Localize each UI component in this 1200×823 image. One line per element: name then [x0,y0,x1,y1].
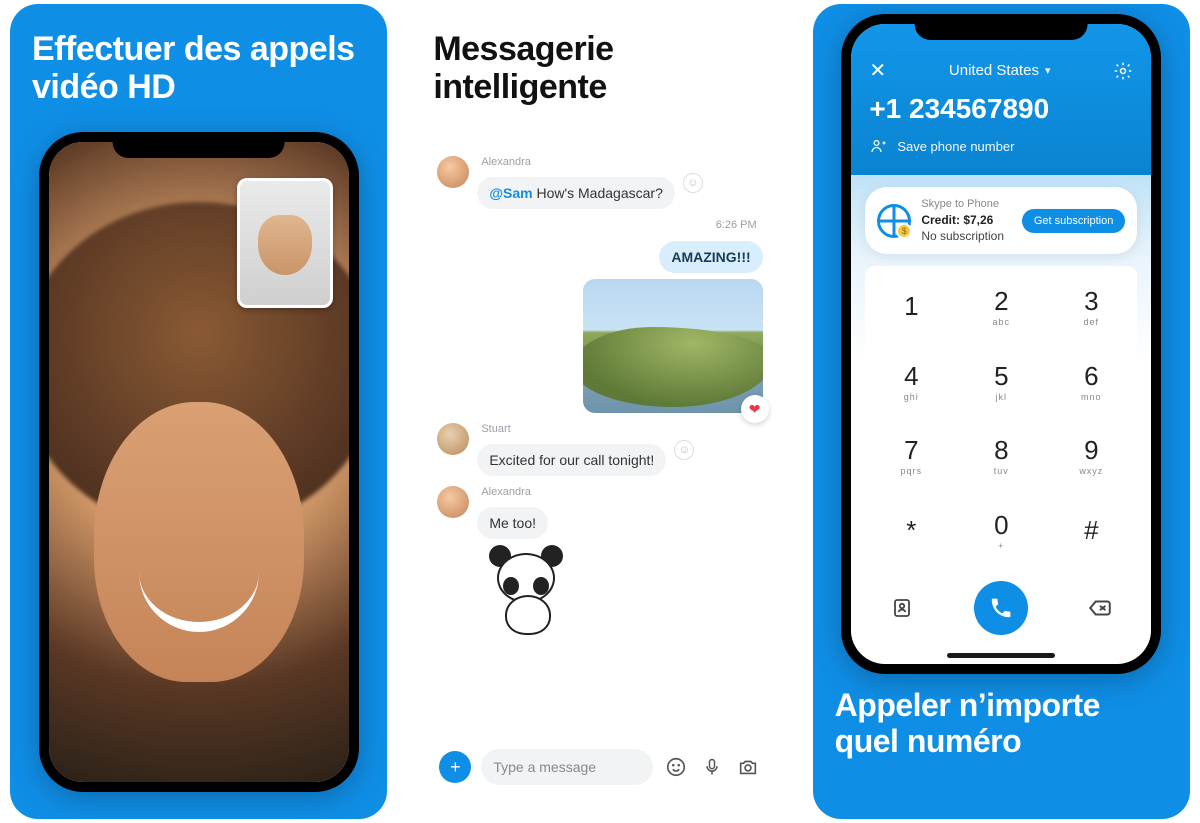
promo-card-video: Effectuer des appels vidéo HD [10,4,387,819]
message-bubble[interactable]: Me too! [477,507,548,539]
get-subscription-button[interactable]: Get subscription [1022,209,1125,233]
phone-notch [112,132,285,158]
promo-card-messaging: Messagerie intelligente Alexandra @Sam H… [411,4,788,819]
call-button[interactable] [974,581,1028,635]
credit-line3: No subscription [921,228,1012,244]
key-6[interactable]: 6mno [1049,347,1133,416]
settings-icon[interactable] [1113,61,1133,81]
key-9[interactable]: 9wxyz [1049,422,1133,491]
chat-thread: Alexandra @Sam How's Madagascar? ☺ 6:26 … [429,122,770,799]
dialed-number: +1 234567890 [869,93,1133,125]
heart-reaction-icon[interactable]: ❤ [741,395,769,423]
key-star[interactable]: * [869,496,953,565]
message-row-outgoing: AMAZING!!! ❤ [437,241,762,413]
phone-notch [915,14,1088,40]
message-bubble[interactable]: @Sam How's Madagascar? [477,177,675,209]
key-hash[interactable]: # [1049,496,1133,565]
camera-icon[interactable] [735,754,761,780]
card2-title: Messagerie intelligente [433,30,766,106]
card3-title: Appeler n’importe quel numéro [835,688,1168,760]
avatar[interactable] [437,156,469,188]
key-3[interactable]: 3def [1049,272,1133,341]
credit-card[interactable]: $ Skype to Phone Credit: $7,26 No subscr… [865,187,1137,254]
video-self-preview[interactable] [237,178,333,308]
save-number-label: Save phone number [897,139,1014,154]
microphone-icon[interactable] [699,754,725,780]
react-icon[interactable]: ☺ [674,440,694,460]
phone-mock-video [39,132,359,792]
country-name: United States [949,62,1039,79]
mention[interactable]: @Sam [489,185,532,201]
credit-info: Skype to Phone Credit: $7,26 No subscrip… [921,197,1012,244]
add-contact-icon [869,137,887,155]
message-input[interactable]: Type a message [481,749,652,785]
key-5[interactable]: 5jkl [959,347,1043,416]
key-2[interactable]: 2abc [959,272,1043,341]
avatar[interactable] [437,486,469,518]
panda-sticker[interactable] [481,549,571,639]
message-row: Stuart Excited for our call tonight! ☺ [437,423,762,476]
country-selector[interactable]: United States ▾ [949,62,1051,79]
key-8[interactable]: 8tuv [959,422,1043,491]
sender-name: Alexandra [481,486,548,498]
message-photo[interactable] [583,279,763,413]
key-4[interactable]: 4ghi [869,347,953,416]
message-row: Alexandra @Sam How's Madagascar? ☺ [437,156,762,209]
coin-icon: $ [896,223,912,239]
backspace-icon[interactable] [1085,593,1115,623]
key-0[interactable]: 0+ [959,496,1043,565]
message-bubble[interactable]: Excited for our call tonight! [477,444,666,476]
dialer-body: $ Skype to Phone Credit: $7,26 No subscr… [851,175,1151,645]
dialer-header: ✕ United States ▾ +1 234567890 Save phon… [851,24,1151,175]
save-number-button[interactable]: Save phone number [869,137,1133,155]
card1-title: Effectuer des appels vidéo HD [32,30,365,106]
message-text: How's Madagascar? [533,185,663,201]
contacts-icon[interactable] [887,593,917,623]
message-row: Alexandra Me too! [437,486,762,539]
credit-line1: Skype to Phone [921,197,1012,212]
promo-card-dialer: ✕ United States ▾ +1 234567890 Save phon… [813,4,1190,819]
close-icon[interactable]: ✕ [869,58,886,83]
emoji-icon[interactable] [663,754,689,780]
chevron-down-icon: ▾ [1045,64,1051,77]
dialer-screen: ✕ United States ▾ +1 234567890 Save phon… [851,24,1151,664]
home-indicator[interactable] [947,653,1055,658]
sender-name: Stuart [481,423,666,435]
message-composer: + Type a message [433,739,766,799]
react-icon[interactable]: ☺ [683,173,703,193]
credit-line2: Credit: $7,26 [921,212,1012,228]
video-call-screen [49,142,349,782]
key-1[interactable]: 1 [869,272,953,341]
message-bubble[interactable]: AMAZING!!! [659,241,762,273]
key-7[interactable]: 7pqrs [869,422,953,491]
add-attachment-button[interactable]: + [439,751,471,783]
globe-icon: $ [877,204,911,238]
timestamp: 6:26 PM [437,219,762,231]
dialer-actions [865,571,1137,635]
message-placeholder: Type a message [493,759,596,775]
phone-mock-dialer: ✕ United States ▾ +1 234567890 Save phon… [841,14,1161,674]
sender-name: Alexandra [481,156,675,168]
avatar[interactable] [437,423,469,455]
dialer-keypad: 1 2abc 3def 4ghi 5jkl 6mno 7pqrs 8tuv 9w… [865,266,1137,571]
